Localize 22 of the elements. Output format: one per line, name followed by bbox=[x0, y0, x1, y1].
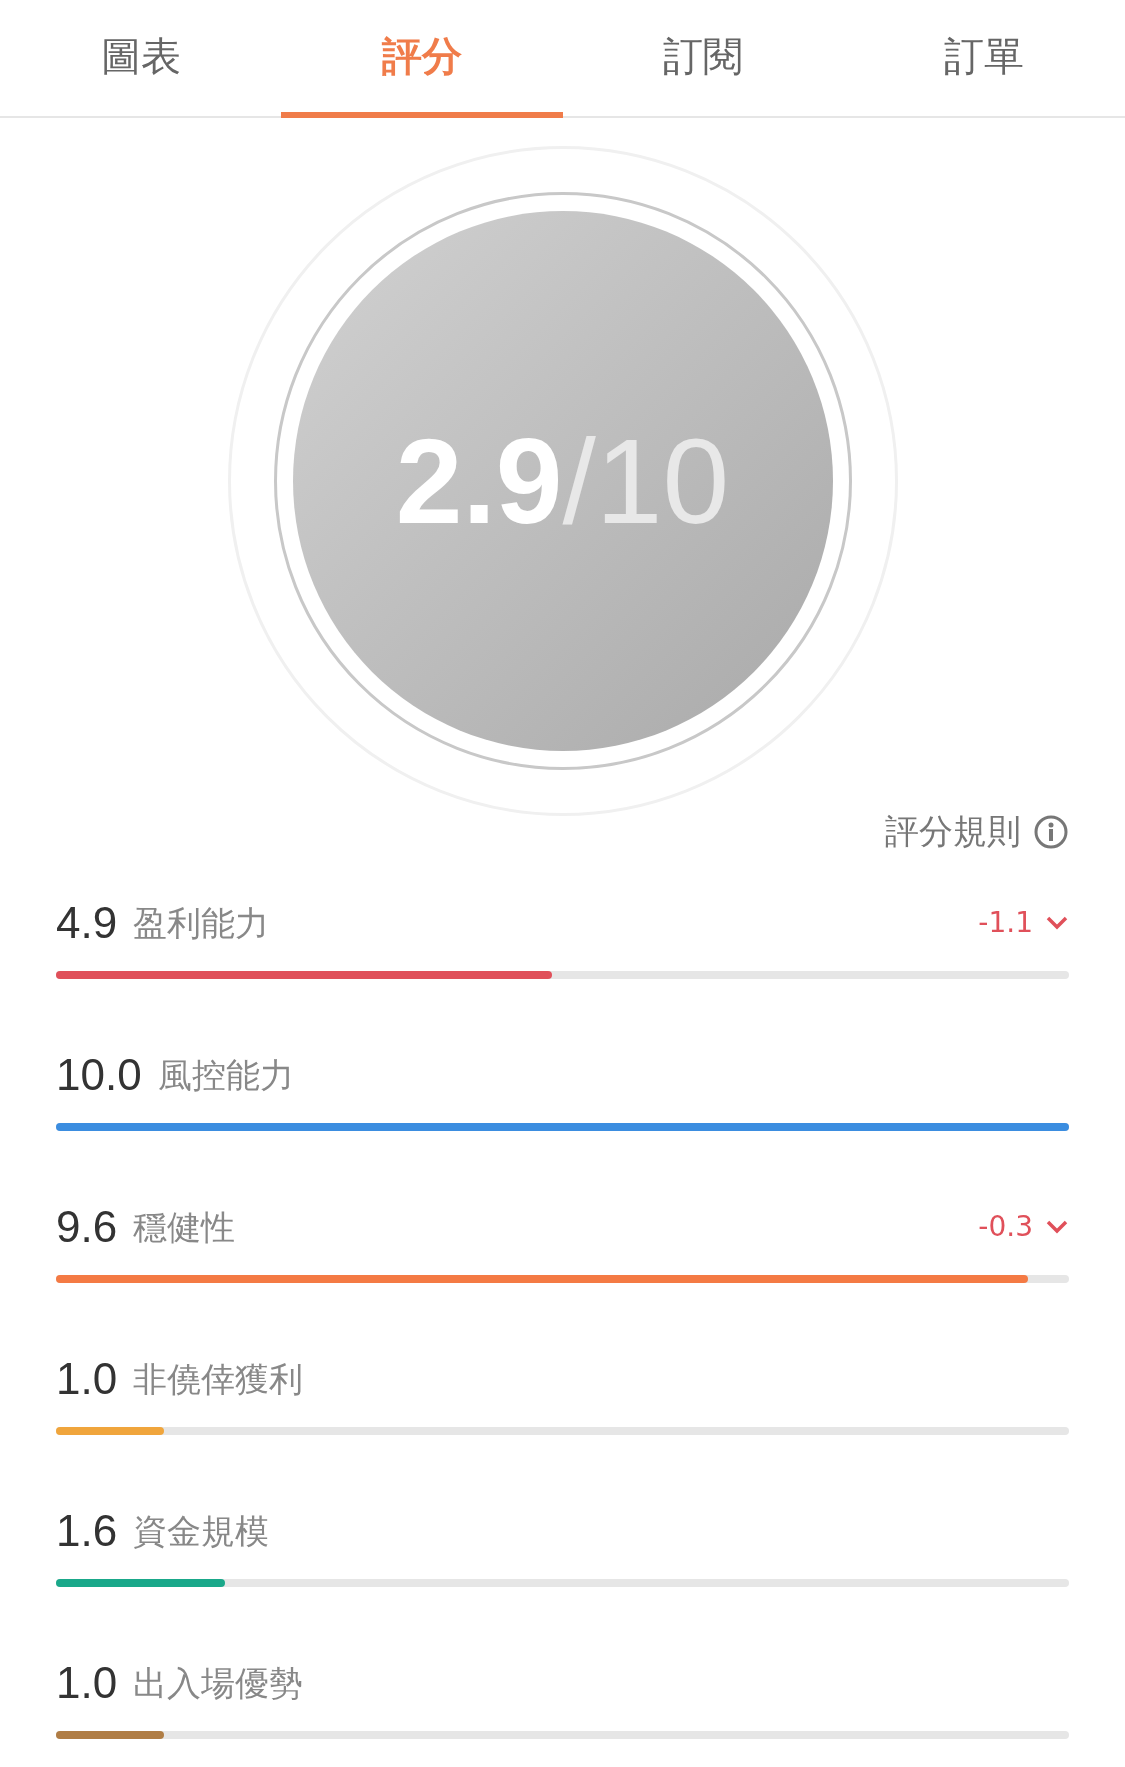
metric-score: 1.6 bbox=[56, 1505, 118, 1557]
tab[interactable]: 圖表 bbox=[0, 0, 282, 118]
tab[interactable]: 訂單 bbox=[843, 0, 1125, 118]
metric-label: 盈利能力 bbox=[133, 901, 270, 945]
metric-score: 9.6 bbox=[56, 1201, 118, 1253]
metric-score: 1.0 bbox=[56, 1353, 118, 1405]
metric-change: -0.3 bbox=[978, 1209, 1033, 1245]
metric-label: 資金規模 bbox=[133, 1509, 270, 1553]
scoring-rules-link[interactable]: 評分規則 bbox=[885, 806, 1069, 857]
score-value: 2.9 bbox=[395, 413, 563, 550]
metric-label: 穩健性 bbox=[133, 1205, 236, 1249]
chevron-down-icon bbox=[1045, 915, 1069, 931]
metric-score: 4.9 bbox=[56, 897, 118, 949]
metric-change: -1.1 bbox=[978, 905, 1033, 941]
metric-score: 10.0 bbox=[56, 1049, 142, 1101]
metric-label: 非僥倖獲利 bbox=[133, 1357, 304, 1401]
metric-score: 1.0 bbox=[56, 1657, 118, 1709]
info-icon bbox=[1033, 813, 1069, 850]
metric-label: 出入場優勢 bbox=[133, 1661, 304, 1705]
tab[interactable]: 訂閱 bbox=[562, 0, 844, 118]
metric-label: 風控能力 bbox=[157, 1053, 294, 1097]
chevron-down-icon bbox=[1045, 1219, 1069, 1235]
